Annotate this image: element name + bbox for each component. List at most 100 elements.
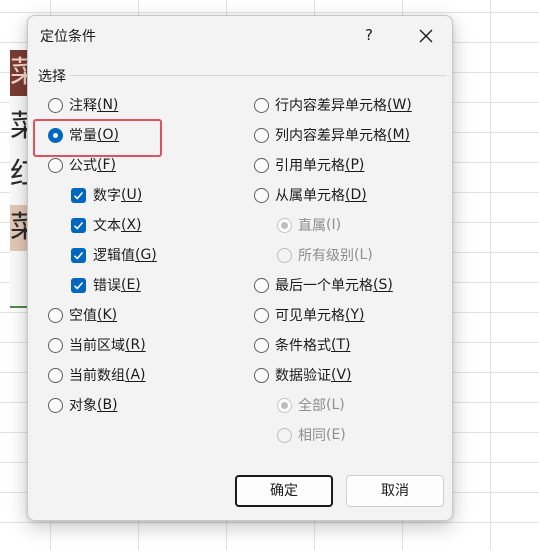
- option-shortcut: (A): [125, 367, 146, 383]
- option-shortcut: (N): [97, 97, 119, 113]
- option-column-differences[interactable]: 列内容差异单元格 (M): [254, 124, 410, 146]
- radio-icon[interactable]: [48, 307, 63, 323]
- checkbox-numbers[interactable]: 数字 (U): [71, 184, 142, 206]
- checkbox-shortcut: (E): [121, 277, 141, 293]
- radio-icon[interactable]: [254, 157, 269, 173]
- ok-button[interactable]: 确定: [235, 475, 333, 507]
- option-shortcut: (I): [326, 217, 342, 233]
- checkbox-checked-icon[interactable]: [71, 217, 86, 233]
- close-button[interactable]: [406, 20, 446, 50]
- option-shortcut: (V): [331, 367, 352, 383]
- checkbox-shortcut: (G): [135, 247, 157, 263]
- option-label: 当前区域: [69, 338, 125, 354]
- option-label: 直属: [298, 218, 326, 234]
- radio-icon[interactable]: [254, 367, 269, 383]
- option-shortcut: (F): [97, 157, 116, 173]
- radio-icon[interactable]: [254, 307, 269, 323]
- option-label: 可见单元格: [275, 308, 345, 324]
- checkbox-errors[interactable]: 错误 (E): [71, 274, 141, 296]
- option-constants[interactable]: 常量 (O): [48, 124, 119, 146]
- radio-disabled-icon: [277, 247, 292, 263]
- option-shortcut: (K): [97, 307, 118, 323]
- option-precedents[interactable]: 引用单元格 (P): [254, 154, 364, 176]
- option-data-validation[interactable]: 数据验证 (V): [254, 364, 352, 386]
- option-validation-all: 全部 (L): [277, 394, 345, 416]
- option-label: 对象: [69, 398, 97, 414]
- radio-disabled-icon: [277, 427, 292, 443]
- option-label: 列内容差异单元格: [275, 128, 387, 144]
- option-label: 数据验证: [275, 368, 331, 384]
- option-shortcut: (S): [373, 277, 393, 293]
- option-label: 全部: [298, 398, 326, 414]
- close-icon: [419, 29, 433, 42]
- cancel-button[interactable]: 取消: [346, 475, 444, 507]
- option-label: 当前数组: [69, 368, 125, 384]
- group-divider: [70, 75, 446, 76]
- checkbox-label: 错误: [93, 278, 121, 294]
- option-label: 空值: [69, 308, 97, 324]
- radio-icon[interactable]: [48, 397, 63, 413]
- option-formulas[interactable]: 公式 (F): [48, 154, 116, 176]
- checkbox-checked-icon[interactable]: [71, 187, 86, 203]
- option-blanks[interactable]: 空值 (K): [48, 304, 117, 326]
- radio-selected-icon[interactable]: [48, 127, 63, 143]
- option-objects[interactable]: 对象 (B): [48, 394, 118, 416]
- option-visible-cells[interactable]: 可见单元格 (Y): [254, 304, 364, 326]
- checkbox-label: 逻辑值: [93, 248, 135, 264]
- help-button[interactable]: ?: [350, 20, 388, 50]
- checkbox-shortcut: (U): [121, 187, 143, 203]
- option-validation-same: 相同 (E): [277, 424, 346, 446]
- checkbox-logicals[interactable]: 逻辑值 (G): [71, 244, 157, 266]
- option-direct-only: 直属 (I): [277, 214, 341, 236]
- option-current-region[interactable]: 当前区域 (R): [48, 334, 146, 356]
- option-all-levels: 所有级别 (L): [277, 244, 373, 266]
- option-label: 条件格式: [275, 338, 331, 354]
- go-to-special-dialog: 定位条件 ? 选择 注释 (N) 常量 (O) 公式 (F) 数字 (U) 文本 (X) …: [27, 15, 453, 521]
- dialog-title: 定位条件: [40, 29, 96, 45]
- option-dependents[interactable]: 从属单元格 (D): [254, 184, 367, 206]
- checkbox-label: 文本: [93, 218, 121, 234]
- option-shortcut: (M): [387, 127, 411, 143]
- option-label: 常量: [69, 128, 97, 144]
- option-label: 公式: [69, 158, 97, 174]
- radio-icon[interactable]: [254, 127, 269, 143]
- radio-icon[interactable]: [48, 337, 63, 353]
- checkbox-shortcut: (X): [121, 217, 142, 233]
- option-comments[interactable]: 注释 (N): [48, 94, 118, 116]
- option-shortcut: (B): [97, 397, 118, 413]
- option-label: 最后一个单元格: [275, 278, 373, 294]
- option-current-array[interactable]: 当前数组 (A): [48, 364, 146, 386]
- option-conditional-formats[interactable]: 条件格式 (T): [254, 334, 350, 356]
- option-row-differences[interactable]: 行内容差异单元格 (W): [254, 94, 412, 116]
- option-shortcut: (R): [125, 337, 146, 353]
- radio-icon[interactable]: [254, 187, 269, 203]
- option-shortcut: (Y): [345, 307, 365, 323]
- checkbox-checked-icon[interactable]: [71, 247, 86, 263]
- option-shortcut: (P): [345, 157, 365, 173]
- radio-icon[interactable]: [254, 337, 269, 353]
- dialog-titlebar: 定位条件 ?: [28, 16, 452, 54]
- checkbox-label: 数字: [93, 188, 121, 204]
- option-shortcut: (D): [345, 187, 367, 203]
- option-last-cell[interactable]: 最后一个单元格 (S): [254, 274, 393, 296]
- option-label: 引用单元格: [275, 158, 345, 174]
- option-shortcut: (O): [97, 127, 119, 143]
- option-shortcut: (W): [387, 97, 412, 113]
- option-shortcut: (L): [354, 247, 373, 263]
- selection-group-label: 选择: [38, 69, 66, 85]
- checkbox-text[interactable]: 文本 (X): [71, 214, 142, 236]
- radio-icon[interactable]: [48, 157, 63, 173]
- option-label: 注释: [69, 98, 97, 114]
- radio-selected-disabled-icon: [277, 217, 292, 233]
- radio-icon[interactable]: [48, 367, 63, 383]
- radio-icon[interactable]: [254, 97, 269, 113]
- checkbox-checked-icon[interactable]: [71, 277, 86, 293]
- option-shortcut: (L): [326, 397, 345, 413]
- option-label: 所有级别: [298, 248, 354, 264]
- option-shortcut: (T): [331, 337, 351, 353]
- radio-icon[interactable]: [48, 97, 63, 113]
- radio-icon[interactable]: [254, 277, 269, 293]
- option-label: 行内容差异单元格: [275, 98, 387, 114]
- option-label: 相同: [298, 428, 326, 444]
- option-label: 从属单元格: [275, 188, 345, 204]
